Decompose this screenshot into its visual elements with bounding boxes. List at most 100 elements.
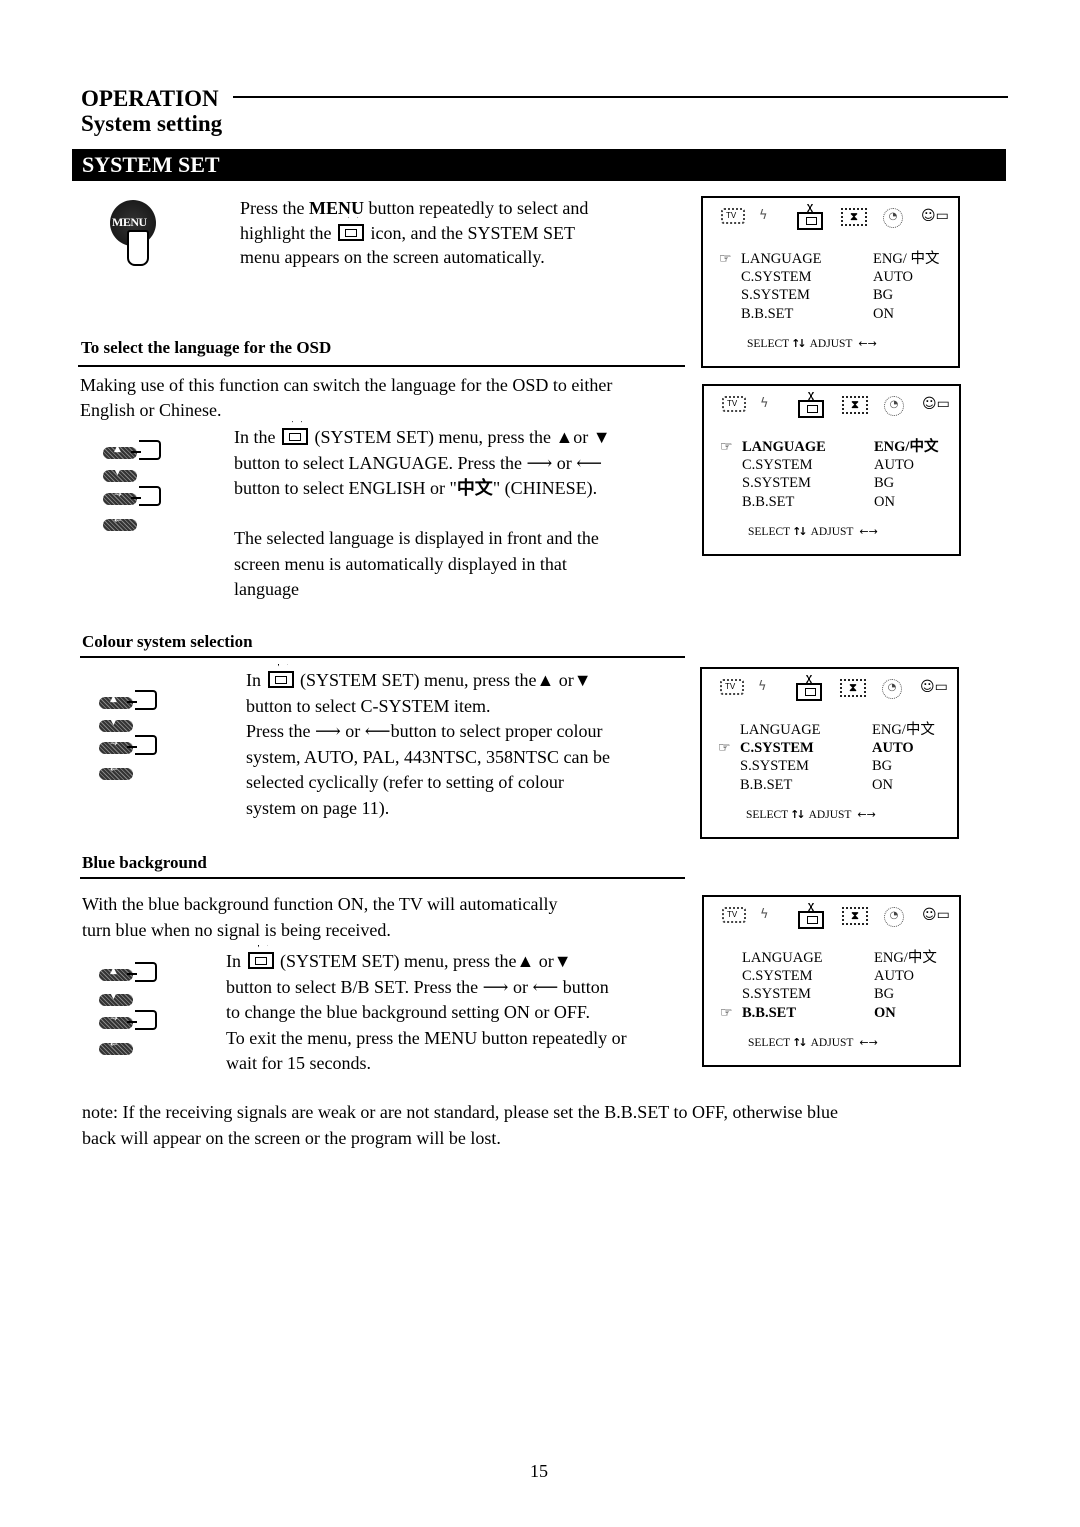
hand-press-icon bbox=[127, 962, 157, 982]
intro-text: Press the MENU button repeatedly to sele… bbox=[240, 198, 589, 267]
system-set-icon bbox=[247, 952, 274, 969]
osd-menu-item: ☞ LANGUAGE ENG/中文 bbox=[720, 438, 950, 456]
section-rule bbox=[80, 877, 685, 879]
hand-press-icon bbox=[127, 1010, 157, 1030]
up-key-icon: ▲ bbox=[99, 966, 133, 981]
colour-steps: In (SYSTEM SET) menu, press the▲ or▼ but… bbox=[246, 670, 611, 818]
clock-icon: ◔ bbox=[884, 396, 904, 416]
osd-item-label: C.SYSTEM bbox=[741, 269, 812, 286]
section-rule bbox=[80, 656, 685, 658]
osd-item-value: BG bbox=[874, 475, 895, 492]
antenna-icon: ϟ bbox=[758, 679, 767, 694]
up-down-arrows-icon: ↑↓ bbox=[790, 808, 806, 821]
osd-footer: SELECT ↑↓ ADJUST ←→ bbox=[747, 337, 877, 350]
osd-select-hint: SELECT bbox=[748, 526, 791, 538]
up-down-arrows-icon: ↑↓ bbox=[792, 1036, 808, 1049]
osd-icon-bar: TV ϟ ⧗ ◔ ☺▭ bbox=[721, 204, 949, 230]
up-key-icon: ▲ bbox=[99, 694, 133, 709]
osd-menu-list: LANGUAGE ENG/中文 C.SYSTEM AUTO S.SYSTEM BG ☞ B.B… bbox=[720, 949, 950, 1022]
tv-icon: TV bbox=[721, 208, 745, 224]
osd-item-value: ON bbox=[874, 1004, 896, 1021]
tv-icon: TV bbox=[722, 907, 746, 923]
up-down-arrows-icon: ↑↓ bbox=[792, 525, 808, 538]
person-talk-icon: ☺▭ bbox=[922, 396, 950, 412]
system-set-icon bbox=[267, 671, 294, 688]
osd-adjust-hint: ADJUST bbox=[809, 338, 853, 350]
osd-adjust-hint: ADJUST bbox=[810, 1037, 854, 1049]
left-right-arrows-icon: ←→ bbox=[858, 337, 877, 350]
osd-item-value: ON bbox=[874, 493, 895, 510]
hand-press-icon bbox=[131, 440, 161, 460]
hourglass-icon: ⧗ bbox=[840, 679, 866, 697]
osd-adjust-hint: ADJUST bbox=[810, 526, 854, 538]
osd-item-label: LANGUAGE bbox=[740, 722, 821, 738]
left-right-arrows-icon: ←→ bbox=[859, 1036, 878, 1049]
osd-menu-list: ☞ LANGUAGE ENG/ 中文 C.SYSTEM AUTO S.SYSTEM BG B.… bbox=[719, 250, 949, 323]
left-right-arrows-icon: ←→ bbox=[857, 808, 876, 821]
osd-item-label: LANGUAGE bbox=[741, 251, 822, 267]
osd-item-label: S.SYSTEM bbox=[742, 475, 811, 492]
osd-menu-list: ☞ LANGUAGE ENG/中文 C.SYSTEM AUTO S.SYSTEM BG B.B… bbox=[720, 438, 950, 511]
osd-item-value: ON bbox=[872, 776, 893, 793]
osd-item-label: B.B.SET bbox=[742, 1004, 796, 1021]
osd-menu-item: LANGUAGE ENG/中文 bbox=[720, 949, 950, 967]
section-heading: OPERATION bbox=[81, 86, 219, 111]
system-set-icon bbox=[797, 204, 823, 230]
osd-item-value: AUTO bbox=[874, 968, 915, 985]
banner-title: SYSTEM SET bbox=[82, 152, 220, 177]
osd-screen: TV ϟ ⧗ ◔ ☺▭ ☞ LANGUAGE ENG/ 中文 C.SYSTEM AUTO S.SYS… bbox=[701, 196, 960, 368]
osd-item-value: BG bbox=[872, 758, 893, 775]
osd-item-label: LANGUAGE bbox=[742, 439, 826, 455]
right-key-icon: → bbox=[99, 1014, 133, 1029]
osd-screen: TV ϟ ⧗ ◔ ☺▭ LANGUAGE ENG/中文 ☞ C.SYSTEM AUTO S.SYST… bbox=[700, 667, 959, 839]
clock-icon: ◔ bbox=[883, 208, 903, 228]
osd-menu-item: ☞ B.B.SET ON bbox=[720, 1004, 950, 1022]
osd-menu-item: C.SYSTEM AUTO bbox=[720, 456, 950, 474]
left-key-icon: ← bbox=[99, 765, 133, 780]
osd-item-label: S.SYSTEM bbox=[742, 986, 811, 1003]
blue-description: With the blue background function ON, th… bbox=[82, 894, 558, 940]
heading-rule bbox=[233, 96, 1008, 98]
hourglass-icon: ⧗ bbox=[841, 208, 867, 226]
osd-item-value: AUTO bbox=[872, 740, 914, 757]
antenna-icon: ϟ bbox=[759, 208, 768, 223]
system-set-icon bbox=[281, 428, 308, 445]
osd-menu-item: S.SYSTEM BG bbox=[719, 286, 949, 304]
osd-item-value: ENG/中文 bbox=[872, 722, 935, 738]
osd-item-value: AUTO bbox=[874, 457, 915, 474]
antenna-icon: ϟ bbox=[760, 396, 769, 411]
pointer-hand-icon: ☞ bbox=[720, 1004, 733, 1021]
osd-item-value: ON bbox=[873, 305, 894, 322]
footnote: note: If the receiving signals are weak … bbox=[82, 1102, 839, 1148]
left-key-icon: ← bbox=[103, 516, 137, 531]
hourglass-icon: ⧗ bbox=[842, 907, 868, 925]
osd-menu-list: LANGUAGE ENG/中文 ☞ C.SYSTEM AUTO S.SYSTEM BG B.B… bbox=[718, 721, 948, 794]
pointer-hand-icon: ☞ bbox=[719, 251, 732, 267]
language-note: The selected language is displayed in fr… bbox=[234, 528, 599, 599]
down-key-icon: ▼ bbox=[103, 467, 137, 482]
osd-adjust-hint: ADJUST bbox=[808, 809, 852, 821]
right-key-icon: → bbox=[103, 490, 137, 505]
osd-icon-bar: TV ϟ ⧗ ◔ ☺▭ bbox=[720, 675, 948, 701]
left-key-icon: ← bbox=[99, 1040, 133, 1055]
colour-section-title: Colour system selection bbox=[82, 632, 253, 651]
hand-press-icon bbox=[127, 690, 157, 710]
osd-menu-item: C.SYSTEM AUTO bbox=[719, 268, 949, 286]
osd-item-value: AUTO bbox=[873, 269, 914, 286]
osd-item-value: BG bbox=[873, 287, 894, 304]
up-key-icon: ▲ bbox=[103, 444, 137, 459]
system-set-banner: SYSTEM SET bbox=[72, 149, 1006, 181]
osd-menu-item: ☞ LANGUAGE ENG/ 中文 bbox=[719, 250, 949, 268]
osd-item-label: B.B.SET bbox=[740, 776, 793, 793]
osd-footer: SELECT ↑↓ ADJUST ←→ bbox=[748, 525, 878, 538]
person-talk-icon: ☺▭ bbox=[920, 679, 948, 695]
osd-footer: SELECT ↑↓ ADJUST ←→ bbox=[746, 808, 876, 821]
osd-item-label: LANGUAGE bbox=[742, 950, 823, 966]
system-set-icon bbox=[338, 223, 364, 241]
clock-icon: ◔ bbox=[882, 679, 902, 699]
osd-item-label: S.SYSTEM bbox=[740, 758, 809, 775]
menu-button-illustration: MENU bbox=[110, 200, 158, 280]
osd-item-value: BG bbox=[874, 986, 895, 1003]
blue-steps: In (SYSTEM SET) menu, press the▲ or▼ but… bbox=[226, 951, 627, 1073]
osd-item-label: C.SYSTEM bbox=[742, 968, 813, 985]
